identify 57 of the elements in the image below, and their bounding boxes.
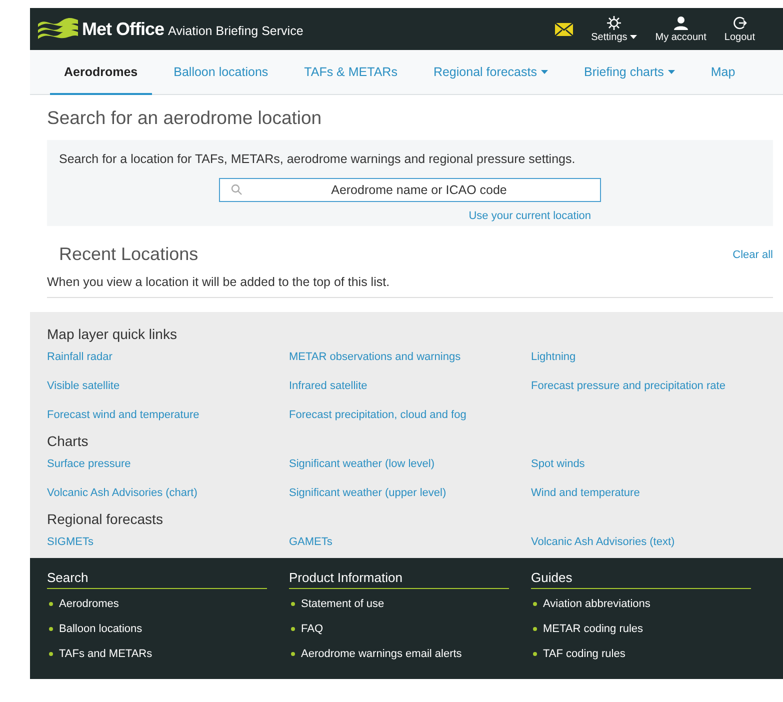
footer-link[interactable]: Aerodromes: [49, 598, 289, 610]
account-button[interactable]: My account: [655, 16, 706, 42]
footer-link[interactable]: FAQ: [291, 623, 531, 635]
clear-all-link[interactable]: Clear all: [732, 248, 773, 260]
search-description: Search for a location for TAFs, METARs, aerodrome warnings and regional pressure settings.: [59, 152, 576, 166]
mail-button[interactable]: [555, 22, 574, 36]
nav-tab[interactable]: Balloon locations: [160, 50, 282, 95]
search-field[interactable]: Aerodrome name or ICAO code: [219, 178, 601, 202]
settings-button[interactable]: Settings: [591, 16, 638, 42]
footer-heading: Search: [47, 570, 267, 589]
quick-link[interactable]: Forecast wind and temperature: [47, 409, 200, 421]
quick-link[interactable]: Volcanic Ash Advisories (chart): [47, 487, 198, 499]
footer-link[interactable]: TAF coding rules: [533, 648, 773, 660]
quick-link[interactable]: METAR observations and warnings: [289, 351, 461, 363]
quick-link[interactable]: Lightning: [531, 351, 576, 363]
footer-heading: Guides: [531, 570, 751, 589]
quick-link[interactable]: Visible satellite: [47, 380, 120, 392]
mail-icon: [555, 22, 574, 36]
nav-tab[interactable]: Regional forecasts: [419, 50, 562, 95]
quick-link[interactable]: Forecast precipitation, cloud and fog: [289, 409, 466, 421]
logout-button[interactable]: Logout: [724, 16, 755, 42]
brand-name: Met Office: [82, 18, 164, 40]
quick-link[interactable]: SIGMETs: [47, 536, 94, 548]
footer-link[interactable]: METAR coding rules: [533, 623, 773, 635]
footer-heading: Product Information: [289, 570, 509, 589]
nav-tab[interactable]: Briefing charts: [570, 50, 689, 95]
logo-icon: [38, 18, 78, 40]
service-name: Aviation Briefing Service: [168, 24, 304, 38]
footer-link[interactable]: Aviation abbreviations: [533, 598, 773, 610]
page-title: Search for an aerodrome location: [47, 107, 323, 129]
footer-link[interactable]: Aerodrome warnings email alerts: [291, 648, 531, 660]
quick-link[interactable]: Significant weather (upper level): [289, 487, 446, 499]
section-heading: Charts: [47, 433, 90, 449]
footer-link[interactable]: TAFs and METARs: [49, 648, 289, 660]
section-heading: Map layer quick links: [47, 326, 178, 342]
section-heading: Regional forecasts: [47, 511, 164, 527]
recent-note: When you view a location it will be added to the top of this list.: [47, 275, 390, 289]
nav-tab[interactable]: Aerodromes: [50, 50, 152, 95]
person-icon: [674, 16, 688, 30]
settings-icon: [607, 16, 622, 30]
quick-link[interactable]: Forecast pressure and precipitation rate: [531, 380, 726, 392]
footer-link[interactable]: Balloon locations: [49, 623, 289, 635]
quick-link[interactable]: Surface pressure: [47, 458, 131, 470]
logout-icon: [732, 16, 747, 30]
current-location-link[interactable]: Use your current location: [468, 210, 591, 222]
search-icon: [231, 184, 242, 195]
nav-tab[interactable]: Map: [696, 50, 750, 95]
section-heading: Recent Locations: [59, 244, 198, 265]
nav-tab[interactable]: TAFs & METARs: [290, 50, 412, 95]
quick-link[interactable]: Spot winds: [531, 458, 585, 470]
quick-link[interactable]: Volcanic Ash Advisories (text): [531, 536, 675, 548]
quick-link[interactable]: Infrared satellite: [289, 380, 368, 392]
quick-link[interactable]: GAMETs: [289, 536, 332, 548]
footer-link[interactable]: Statement of use: [291, 598, 531, 610]
quick-link[interactable]: Wind and temperature: [531, 487, 640, 499]
quick-link[interactable]: Rainfall radar: [47, 351, 112, 363]
quick-link[interactable]: Significant weather (low level): [289, 458, 435, 470]
